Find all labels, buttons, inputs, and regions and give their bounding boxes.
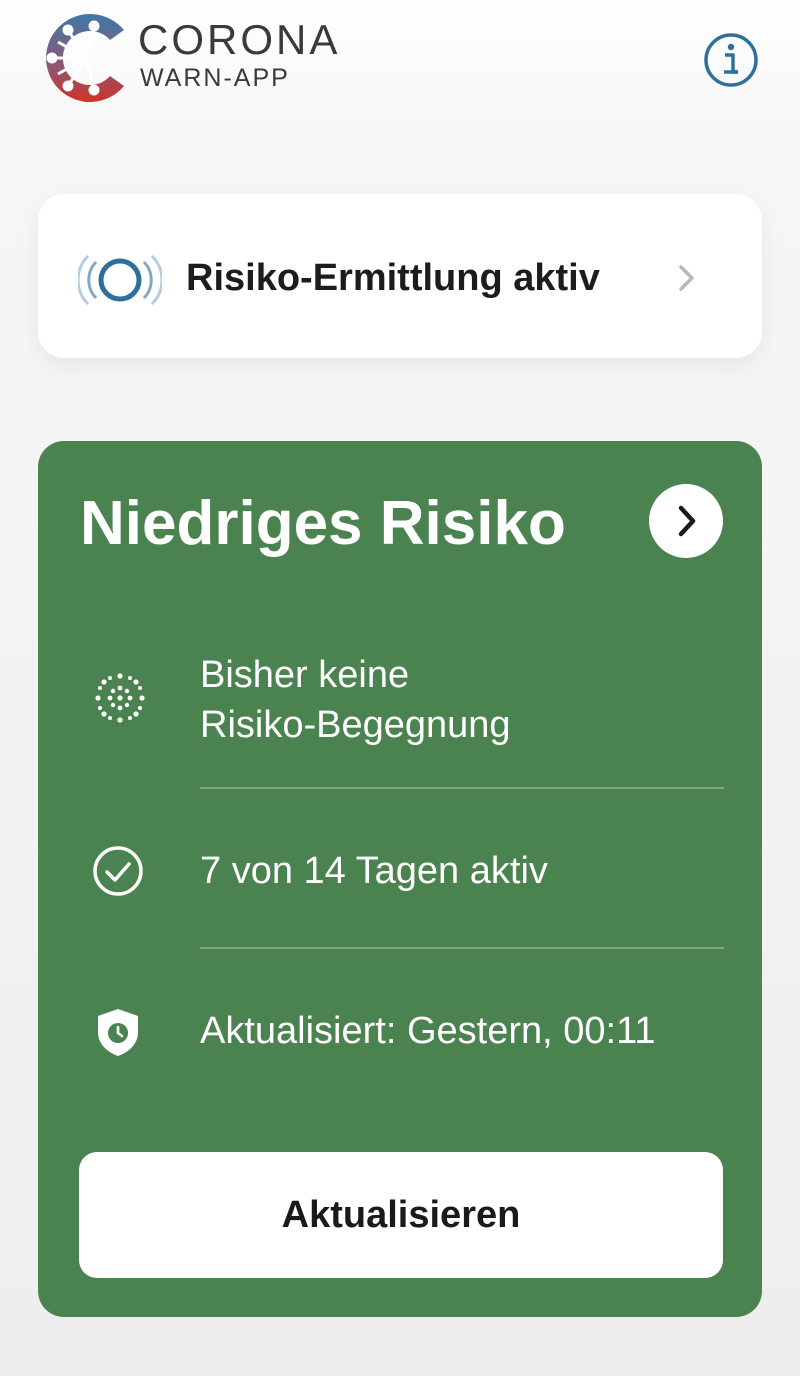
last-update-text: Aktualisiert: Gestern, 00:11 bbox=[200, 1010, 656, 1052]
info-icon[interactable] bbox=[703, 32, 759, 88]
divider bbox=[200, 947, 724, 949]
virus-icon bbox=[92, 670, 148, 726]
encounter-status-text: Bisher keine Risiko-Begegnung bbox=[200, 650, 511, 750]
shield-clock-icon bbox=[90, 1004, 146, 1060]
encounter-status-line-2: Risiko-Begegnung bbox=[200, 704, 511, 746]
chevron-right-icon bbox=[674, 258, 700, 298]
update-button[interactable]: Aktualisieren bbox=[79, 1152, 723, 1278]
app-logo-title: CORONA bbox=[138, 16, 341, 63]
exposure-tracing-active-icon bbox=[76, 250, 164, 310]
active-days-text: 7 von 14 Tagen aktiv bbox=[200, 850, 548, 892]
corona-virus-logo-icon bbox=[38, 8, 130, 108]
encounter-status-line-1: Bisher keine bbox=[200, 654, 410, 696]
chevron-right-icon[interactable] bbox=[648, 483, 724, 559]
divider bbox=[200, 787, 724, 789]
app-logo-subtitle: WARN-APP bbox=[140, 64, 290, 92]
check-circle-icon bbox=[90, 843, 146, 899]
exposure-tracing-label: Risiko-Ermittlung aktiv bbox=[186, 257, 600, 299]
risk-level-title: Niedriges Risiko bbox=[80, 489, 566, 558]
